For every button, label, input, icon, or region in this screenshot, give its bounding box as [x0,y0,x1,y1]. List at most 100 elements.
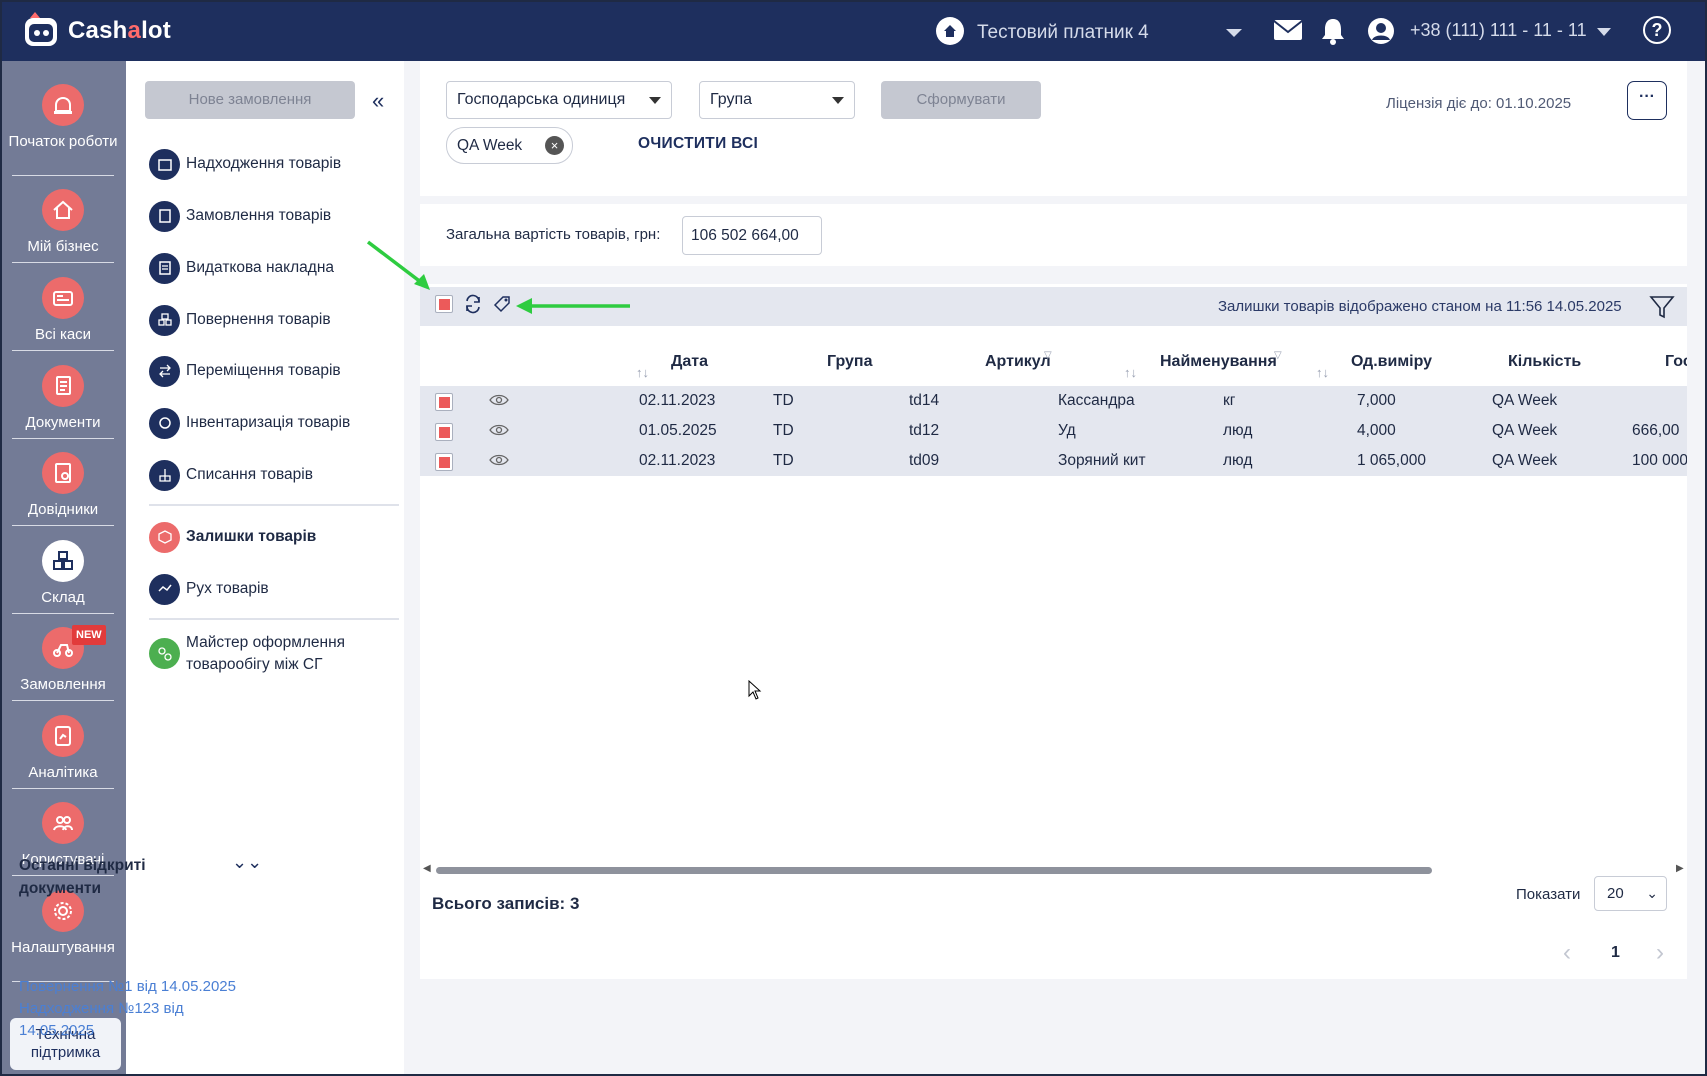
cell-qty: 4,000 [1357,422,1396,439]
rail-item-orders[interactable]: NEW Замовлення [8,625,118,694]
page-size-select[interactable]: 20 ⌄ [1594,876,1667,911]
cell-group: TD [773,392,794,409]
row-checkbox[interactable] [435,453,453,471]
divider [149,618,399,620]
cell-owner: QA Week [1492,392,1558,409]
cell-group: TD [773,452,794,469]
sidebar-item-transfer[interactable]: Переміщення товарів [149,354,341,388]
sidebar-item-wizard[interactable]: Майстер оформлення товарообігу між СГ [149,632,369,680]
cell-sku: td09 [909,452,940,469]
chevron-down-icon: ⌄ [1646,885,1658,901]
rail-item-documents[interactable]: Документи [8,365,118,432]
column-header-group[interactable]: Група [827,353,872,371]
annotation-arrow [516,298,630,314]
new-order-button[interactable]: Нове замовлення [145,81,355,119]
home-icon[interactable] [936,17,964,45]
users-icon [42,802,84,844]
sidebar-item-goods-movement[interactable]: Рух товарів [149,572,269,606]
cell-name: Зоряний кит [1058,452,1146,469]
sidebar-item-inventory[interactable]: Інвентаризація товарів [149,406,350,440]
cell-name: Уд [1058,422,1076,439]
sidebar-item-goods-order[interactable]: Замовлення товарів [149,199,331,233]
column-header-qty[interactable]: Кількість [1508,353,1581,371]
sort-icon[interactable]: ↑↓ [636,365,649,380]
chevron-down-icon [832,97,844,104]
stock-box-icon [149,521,180,553]
boxes-icon [149,304,180,336]
sort-icon[interactable]: ↑↓ [1124,365,1137,380]
home-icon [42,189,84,231]
column-header-name[interactable]: Найменування [1160,353,1277,371]
column-header-unit[interactable]: Од.виміру [1351,353,1432,371]
sidebar-item-write-off[interactable]: Списання товарів [149,458,313,492]
scroll-right-icon[interactable]: ▶ [1676,863,1684,874]
rail-item-my-business[interactable]: Мій бізнес [8,189,118,256]
sort-icon[interactable]: ↑↓ [1316,365,1329,380]
rail-item-warehouse[interactable]: Склад [8,540,118,607]
business-unit-select[interactable]: Господарська одиниця [446,81,672,119]
column-header-owner[interactable]: Гос [1665,353,1687,371]
analytics-icon [42,715,84,757]
filter-mini-icon[interactable]: ▽ [1274,350,1282,361]
cell-group: TD [773,422,794,439]
horizontal-scrollbar[interactable] [436,867,1432,874]
account-phone[interactable]: +38 (111) 111 - 11 - 11 [1410,20,1587,41]
row-checkbox[interactable] [435,393,453,411]
prev-page-icon[interactable]: ‹ [1563,939,1571,967]
remove-chip-icon[interactable]: × [545,136,564,155]
cell-name: Кассандра [1058,392,1135,409]
refresh-icon[interactable] [463,294,483,314]
recent-doc-link[interactable]: Повернення №1 від 14.05.2025 [19,976,259,998]
filter-mini-icon[interactable]: ▽ [1044,350,1052,361]
rail-item-analytics[interactable]: Аналітика [8,715,118,782]
column-header-date[interactable]: Дата [671,353,708,371]
rail-item-all-registers[interactable]: Всі каси [8,277,118,344]
group-select[interactable]: Група [699,81,855,119]
collapse-sidebar-icon[interactable]: « [372,88,384,114]
clear-all-button[interactable]: ОЧИСТИТИ ВСІ [638,135,758,153]
next-page-icon[interactable]: › [1656,939,1664,967]
rail-item-settings[interactable]: Налаштування [8,890,118,957]
cell-date: 01.05.2025 [639,422,717,439]
mouse-cursor-icon [748,680,762,700]
select-all-checkbox[interactable] [435,295,453,313]
chevron-double-down-icon[interactable]: ⌄⌄ [232,852,262,873]
sidebar-item-returns[interactable]: Повернення товарів [149,303,331,337]
sidebar-item-invoice[interactable]: Видаткова накладна [149,251,334,285]
help-icon[interactable]: ? [1643,16,1671,44]
recent-doc-link[interactable]: Надходження №123 від 14.05.2025 [19,998,259,1042]
cell-unit: люд [1223,452,1253,469]
cell-qty: 7,000 [1357,392,1396,409]
eye-icon[interactable] [489,453,509,467]
bell-icon[interactable] [1320,17,1346,45]
eye-icon[interactable] [489,393,509,407]
cell-owner: QA Week [1492,452,1558,469]
chevron-down-icon[interactable] [1597,28,1611,36]
mail-icon[interactable] [1273,17,1303,43]
more-actions-button[interactable]: ··· [1627,81,1667,120]
divider [12,350,114,351]
eye-icon[interactable] [489,423,509,437]
sidebar-item-stock-balance[interactable]: Залишки товарів [149,520,316,554]
sidebar-item-receipt[interactable]: Надходження товарів [149,147,341,181]
user-icon[interactable] [1367,17,1395,45]
rail-item-directories[interactable]: Довідники [8,452,118,519]
snapshot-timestamp: Залишки товарів відображено станом на 11… [1218,298,1622,315]
row-checkbox[interactable] [435,423,453,441]
filter-icon[interactable] [1649,294,1675,320]
chevron-down-icon[interactable] [1226,29,1242,37]
rail-item-start[interactable]: Початок роботи [8,84,118,151]
cell-unit: люд [1223,422,1253,439]
taxpayer-selector[interactable]: Тестовий платник 4 [977,22,1149,44]
cash-register-icon [42,277,84,319]
price-tag-icon[interactable] [492,294,512,314]
invoice-icon [149,252,180,284]
generate-button[interactable]: Сформувати [881,81,1041,119]
scroll-left-icon[interactable]: ◀ [423,863,431,874]
app-logo[interactable]: Cashalot [22,12,171,50]
recent-docs-title: Останні відкриті документи [19,857,146,897]
column-header-sku[interactable]: Артикул [985,353,1051,371]
divider [12,525,114,526]
cell-date: 02.11.2023 [639,392,716,409]
current-page[interactable]: 1 [1611,944,1620,962]
